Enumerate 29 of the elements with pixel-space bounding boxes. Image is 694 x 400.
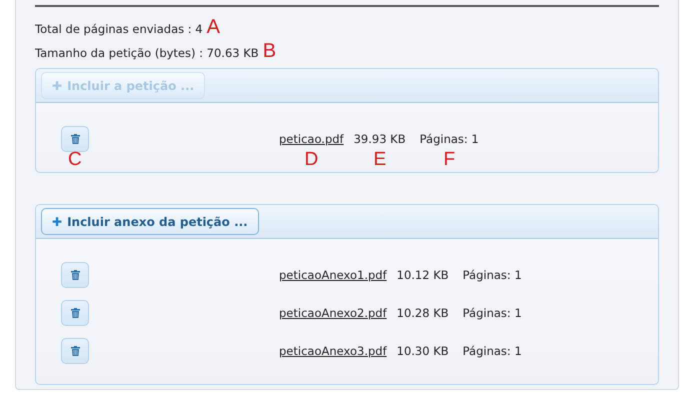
summary-text: Total de páginas enviadas : 4 xyxy=(35,22,203,36)
trash-icon xyxy=(70,308,80,318)
page-count: Páginas: 1 xyxy=(462,306,522,320)
annotation-letter: D xyxy=(304,150,318,169)
delete-button[interactable] xyxy=(61,338,89,364)
file-size: 39.93 KB xyxy=(354,132,406,146)
file-link[interactable]: peticao.pdf xyxy=(279,132,344,146)
summary-text: Tamanho da petição (bytes) : 70.63 KB xyxy=(35,46,259,60)
annotation-letter: B xyxy=(262,40,276,63)
add-button[interactable]: ✚ Incluir anexo da petição ... xyxy=(41,208,259,235)
annotation-letter: F xyxy=(444,150,456,169)
file-link[interactable]: peticaoAnexo3.pdf xyxy=(279,344,387,358)
delete-button[interactable] xyxy=(61,126,89,152)
delete-button[interactable] xyxy=(61,262,89,288)
trash-icon xyxy=(70,270,80,280)
file-size: 10.12 KB xyxy=(396,268,449,282)
trash-icon xyxy=(70,346,80,356)
annotation-letter: C xyxy=(68,150,82,169)
annotation-letter: A xyxy=(206,16,220,39)
delete-button[interactable] xyxy=(61,300,89,326)
file-link[interactable]: peticaoAnexo2.pdf xyxy=(279,306,387,320)
annotation-letter: E xyxy=(374,150,386,169)
file-size: 10.28 KB xyxy=(396,306,449,320)
page-count: Páginas: 1 xyxy=(420,132,479,146)
file-link[interactable]: peticaoAnexo1.pdf xyxy=(279,268,387,282)
page-count: Páginas: 1 xyxy=(462,268,522,282)
page-count: Páginas: 1 xyxy=(462,344,522,358)
file-size: 10.30 KB xyxy=(396,344,449,358)
trash-icon xyxy=(70,134,80,144)
